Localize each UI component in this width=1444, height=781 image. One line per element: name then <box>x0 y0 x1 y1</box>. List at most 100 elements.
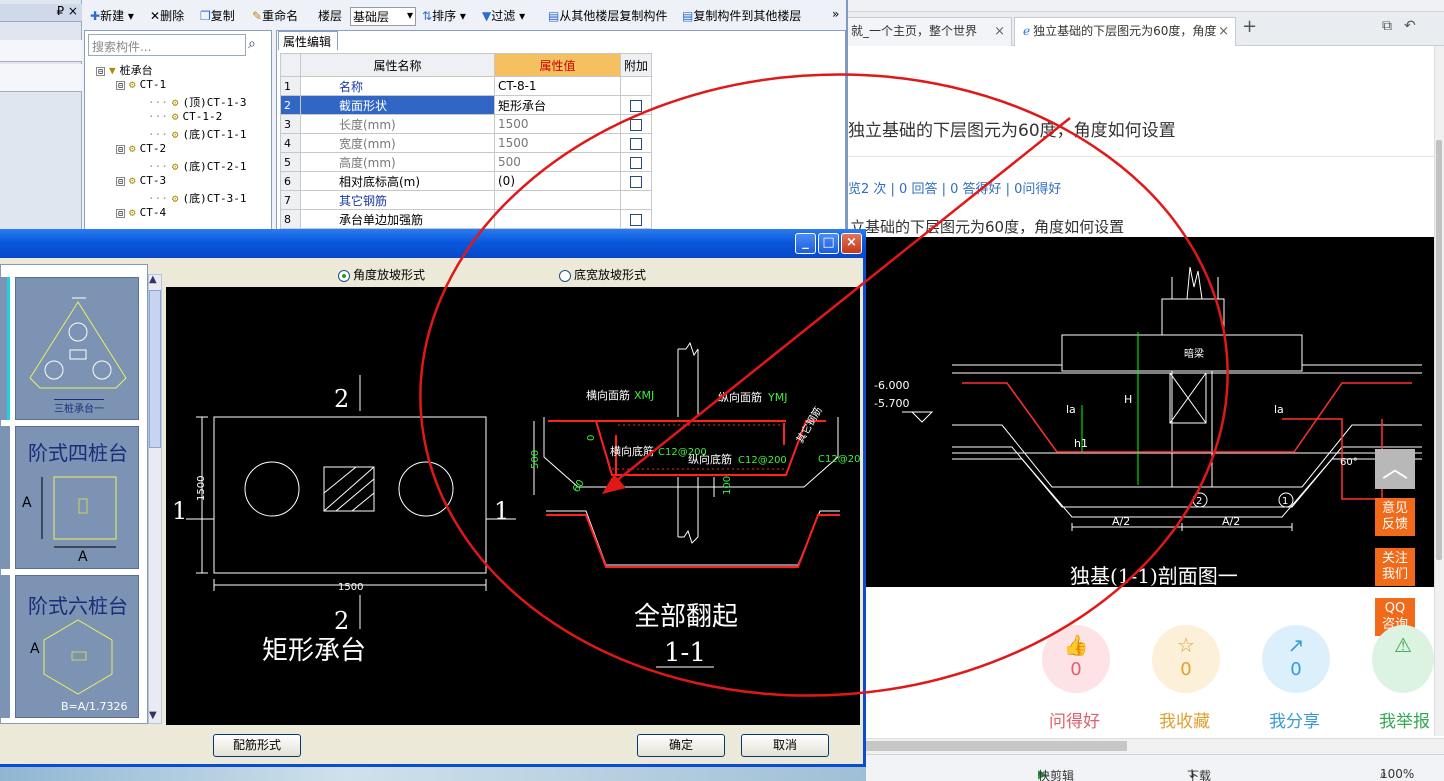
radio-width-slope[interactable]: 底宽放坡形式 <box>559 266 646 283</box>
new-tab-button[interactable]: + <box>1242 16 1257 37</box>
browser-restore-icon[interactable]: ⧉↶ <box>1382 18 1428 34</box>
table-row[interactable]: 1 名称 CT-8-1 <box>280 76 653 96</box>
filter-button[interactable]: ▼过滤 ▾ <box>482 7 525 24</box>
property-value[interactable] <box>494 209 621 229</box>
collapse-icon[interactable]: ⊟ <box>116 81 125 90</box>
tree-node[interactable]: ··· ⚙ (顶)CT-1-3 <box>148 94 246 110</box>
close-icon[interactable]: × <box>994 18 1005 45</box>
search-input[interactable]: 搜索构件... <box>88 34 246 56</box>
favorite-button[interactable]: ☆ 0 <box>1152 625 1220 693</box>
report-label[interactable]: 我举报 <box>1379 707 1430 732</box>
floor-select[interactable]: 基础层 ▾ <box>350 7 416 26</box>
cancel-button[interactable]: 取消 <box>741 734 829 757</box>
new-button[interactable]: ✚新建 ▾ <box>90 7 134 24</box>
table-row[interactable]: 7 其它钢筋 <box>280 190 653 210</box>
copy-button[interactable]: ❐复制 <box>200 7 235 24</box>
dialog-titlebar[interactable] <box>0 229 866 258</box>
sort-button[interactable]: ⇅排序 ▾ <box>422 7 466 24</box>
thumbnail-partial[interactable] <box>0 426 10 569</box>
close-button[interactable]: × <box>841 233 862 254</box>
thumbnail-six-pile[interactable]: 阶式六桩台 A B=A/1.7326 <box>15 575 139 718</box>
question-stats[interactable]: 览2 次 | 0 回答 | 0 答得好 | 0问得好 <box>848 178 1061 197</box>
tree-node[interactable]: ··· ⚙ CT-1-2 <box>148 110 222 123</box>
property-value[interactable]: CT-8-1 <box>494 76 621 96</box>
scroll-up-icon[interactable]: ▲ <box>149 274 157 285</box>
property-value[interactable]: 500 <box>494 152 621 172</box>
radio-angle-slope[interactable]: 角度放坡形式 <box>338 266 425 283</box>
like-button[interactable]: 👍 0 <box>1042 625 1110 693</box>
browser-tab-1[interactable]: 就_一个主页，整个世界 × <box>842 17 1012 46</box>
property-value[interactable] <box>494 190 621 210</box>
append-checkbox[interactable] <box>630 137 642 150</box>
sort-icon: ⇅ <box>422 9 433 23</box>
collapse-icon[interactable]: ⊟ <box>96 67 105 76</box>
append-checkbox[interactable] <box>630 99 642 112</box>
search-icon[interactable]: ⌕ <box>248 36 256 52</box>
tree-node-label: (底)CT-3-1 <box>182 192 247 205</box>
thumbnail-partial[interactable] <box>0 575 10 718</box>
rebar-form-button[interactable]: 配筋形式 <box>213 734 301 757</box>
table-row[interactable]: 4 宽度(mm) 1500 <box>280 133 653 153</box>
browser-tab-2[interactable]: ℯ 独立基础的下层图元为60度，角度 × <box>1014 17 1236 46</box>
thumbnail-three-pile[interactable]: 三桩承台一 <box>15 277 139 420</box>
collapse-icon[interactable]: ⊟ <box>116 145 125 154</box>
report-button[interactable]: ⚠ <box>1372 625 1434 693</box>
property-value[interactable]: 1500 <box>494 133 621 153</box>
collapse-icon[interactable]: ⊟ <box>116 177 125 186</box>
append-checkbox[interactable] <box>630 118 642 131</box>
favorite-label[interactable]: 我收藏 <box>1159 707 1210 732</box>
property-value[interactable]: 1500 <box>494 114 621 134</box>
table-row[interactable]: 6 相对底标高(m) (0) <box>280 171 653 191</box>
table-row[interactable]: 5 高度(mm) 500 <box>280 152 653 172</box>
panel-pin-close[interactable]: ₽ × <box>0 4 82 22</box>
share-label[interactable]: 我分享 <box>1269 707 1320 732</box>
tree-node[interactable]: ⊟ ⚙ CT-3 <box>116 174 166 187</box>
table-row[interactable]: 8 承台单边加强筋 <box>280 209 653 229</box>
left-panel-row[interactable] <box>0 64 82 92</box>
new-label: 新建 <box>100 9 125 23</box>
append-checkbox[interactable] <box>630 175 642 188</box>
dim-letter: A <box>22 495 32 511</box>
scrollbar-thumb[interactable] <box>149 290 161 448</box>
tree-node-label: CT-4 <box>139 206 167 219</box>
scrollbar-thumb[interactable] <box>1436 140 1442 560</box>
tree-node[interactable]: ⊟ ▼ 桩承台 <box>96 62 153 78</box>
maximize-button[interactable]: □ <box>818 233 839 254</box>
rename-button[interactable]: ✎重命名 <box>252 7 298 24</box>
scrollbar-thumb[interactable] <box>862 741 1127 751</box>
column-header: 属性值 <box>494 53 621 77</box>
scroll-down-icon[interactable]: ▼ <box>149 710 157 721</box>
toolbar-more-button[interactable]: » <box>832 7 839 21</box>
property-value[interactable]: 矩形承台 <box>494 95 621 115</box>
feedback-button[interactable]: 意见 反馈 <box>1375 498 1415 536</box>
tree-node[interactable]: ⊟ ⚙ CT-2 <box>116 142 166 155</box>
thumbnail-partial[interactable] <box>0 277 10 420</box>
gear-icon: ⚙ <box>171 110 179 123</box>
tree-node[interactable]: ··· ⚙ (底)CT-2-1 <box>148 158 246 174</box>
delete-button[interactable]: ✕删除 <box>150 7 184 24</box>
like-label[interactable]: 问得好 <box>1049 707 1100 732</box>
table-row[interactable]: 2 截面形状 矩形承台 <box>280 95 653 115</box>
ok-button[interactable]: 确定 <box>637 734 725 757</box>
copy-to-floor-button[interactable]: ▤复制构件到其他楼层 <box>682 7 801 24</box>
tree-node[interactable]: ⊟ ⚙ CT-1 <box>116 78 166 91</box>
thumbnail-four-pile[interactable]: 阶式四桩台 A A <box>15 426 139 569</box>
tree-node[interactable]: ⊟ ⚙ CT-4 <box>116 206 166 219</box>
tree-node[interactable]: ··· ⚙ (底)CT-1-1 <box>148 126 246 142</box>
append-checkbox[interactable] <box>630 156 642 169</box>
append-checkbox[interactable] <box>630 213 642 226</box>
browser-menubar <box>842 0 1444 12</box>
property-value[interactable]: (0) <box>494 171 621 191</box>
copy-from-floor-button[interactable]: ▤从其他楼层复制构件 <box>548 7 667 24</box>
left-panel-row[interactable] <box>0 40 82 62</box>
minimize-button[interactable]: _ <box>795 233 816 254</box>
share-button[interactable]: ↗ 0 <box>1262 625 1330 693</box>
dim-label: 1500 <box>196 476 207 501</box>
back-to-top-button[interactable]: ︿ <box>1375 449 1415 489</box>
follow-button[interactable]: 关注 我们 <box>1375 548 1415 586</box>
table-row[interactable]: 3 长度(mm) 1500 <box>280 114 653 134</box>
close-icon[interactable]: × <box>1218 18 1229 45</box>
tab-property-edit[interactable]: 属性编辑 <box>278 31 338 50</box>
collapse-icon[interactable]: ⊟ <box>116 209 125 218</box>
tree-node[interactable]: ··· ⚙ (底)CT-3-1 <box>148 190 246 206</box>
